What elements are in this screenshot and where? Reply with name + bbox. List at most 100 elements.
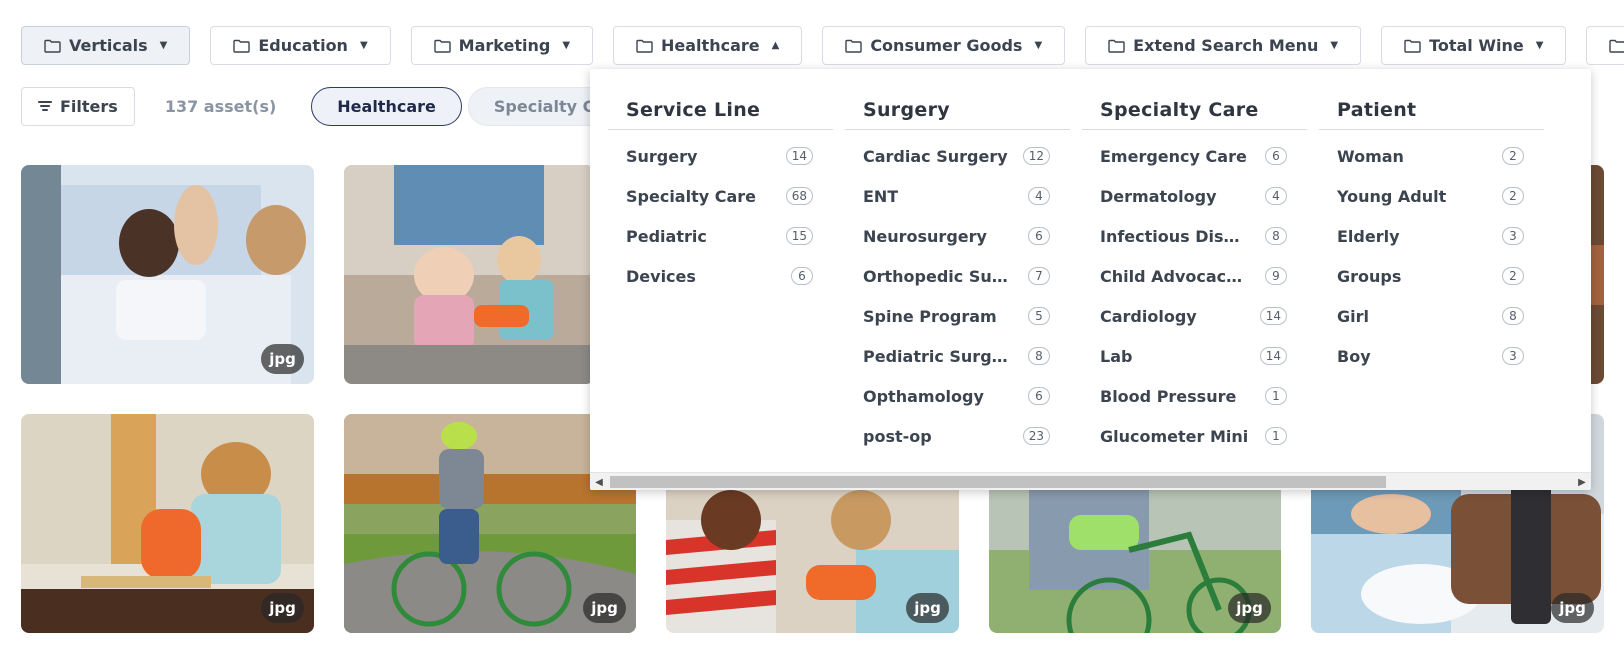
dropdown-item-label: Devices [626, 266, 696, 286]
filter-row: Filters 137 asset(s) Healthcare Specialt… [21, 86, 650, 126]
dropdown-item-label: Boy [1337, 346, 1371, 366]
dropdown-item-label: Cardiology [1100, 306, 1197, 326]
dropdown-item[interactable]: Infectious Disease 8 [1082, 216, 1307, 256]
filters-button-label: Filters [60, 96, 118, 116]
healthcare-dropdown-menu: ◀ ▶ Service Line Surgery 14 Specialty Care 6… [590, 69, 1591, 490]
dropdown-item-label: Neurosurgery [863, 226, 987, 246]
dropdown-item[interactable]: Elderly 3 [1319, 216, 1544, 256]
horizontal-scrollbar[interactable]: ◀ ▶ [590, 472, 1591, 490]
file-type-badge: jpg [906, 593, 949, 623]
dropdown-item[interactable]: Lab 14 [1082, 336, 1307, 376]
dropdown-item[interactable]: Specialty Care 68 [608, 176, 833, 216]
dropdown-item[interactable]: Glucometer Mini 1 [1082, 416, 1307, 456]
category-button-education[interactable]: Education ▼ [210, 26, 391, 65]
dropdown-item[interactable]: Emergency Care 6 [1082, 136, 1307, 176]
dropdown-item[interactable]: Pediatric 15 [608, 216, 833, 256]
dropdown-column-heading: Patient [1319, 99, 1544, 130]
dropdown-item[interactable]: Surgery 14 [608, 136, 833, 176]
dropdown-item[interactable]: Child Advocacy Ce... 9 [1082, 256, 1307, 296]
item-count-badge: 6 [1028, 387, 1050, 405]
asset-count: 137 asset(s) [164, 96, 277, 116]
dropdown-item-label: Infectious Disease [1100, 226, 1250, 246]
dropdown-item[interactable]: Dermatology 4 [1082, 176, 1307, 216]
dropdown-item-label: Glucometer Mini [1100, 426, 1249, 446]
asset-thumbnail[interactable]: jpg [989, 490, 1281, 633]
dropdown-list: Surgery 14 Specialty Care 68 Pediatric 15 Devi… [608, 136, 833, 296]
dropdown-item-label: Specialty Care [626, 186, 757, 206]
dropdown-item-label: Woman [1337, 146, 1404, 166]
dropdown-item[interactable]: Boy 3 [1319, 336, 1544, 376]
category-button-total-wine[interactable]: Total Wine ▼ [1381, 26, 1567, 65]
dropdown-item-label: Blood Pressure [1100, 386, 1237, 406]
filter-icon [38, 99, 52, 113]
chip-healthcare[interactable]: Healthcare [311, 86, 462, 126]
dropdown-item[interactable]: Blood Pressure 1 [1082, 376, 1307, 416]
dropdown-item-label: Opthamology [863, 386, 984, 406]
dropdown-item-label: Cardiac Surgery [863, 146, 1008, 166]
category-label: Consumer Goods [870, 36, 1023, 55]
item-count-badge: 8 [1502, 307, 1524, 325]
asset-thumbnail[interactable] [344, 165, 594, 384]
dropdown-item-label: Emergency Care [1100, 146, 1247, 166]
category-label: Marketing [458, 36, 551, 55]
item-count-badge: 3 [1502, 347, 1524, 365]
chevron-down-icon: ▼ [1330, 40, 1339, 51]
dropdown-list: Emergency Care 6 Dermatology 4 Infectious Di… [1082, 136, 1307, 456]
chevron-up-icon: ▲ [771, 40, 780, 51]
category-label: Total Wine [1429, 36, 1524, 55]
dropdown-item-label: Child Advocacy Ce... [1100, 266, 1250, 286]
asset-thumbnail[interactable]: jpg [21, 165, 314, 384]
item-count-badge: 14 [785, 147, 813, 165]
folder-icon [1108, 39, 1125, 53]
dropdown-item-label: Elderly [1337, 226, 1400, 246]
scroll-left-icon[interactable]: ◀ [590, 473, 608, 490]
dropdown-item[interactable]: Pediatric Surgery 8 [845, 336, 1070, 376]
category-button-extend-search-menu[interactable]: Extend Search Menu ▼ [1085, 26, 1362, 65]
asset-thumbnail[interactable]: jpg [666, 490, 959, 633]
category-button-marketing[interactable]: Marketing ▼ [410, 26, 594, 65]
category-label: Verticals [69, 36, 148, 55]
dropdown-item-label: Girl [1337, 306, 1369, 326]
dropdown-item-label: Surgery [626, 146, 698, 166]
dropdown-item[interactable]: Cardiac Surgery 12 [845, 136, 1070, 176]
category-label: Education [258, 36, 348, 55]
item-count-badge: 2 [1502, 267, 1524, 285]
dropdown-item-label: Groups [1337, 266, 1402, 286]
folder-icon [845, 39, 863, 53]
dropdown-column-heading: Specialty Care [1082, 99, 1307, 130]
folder-icon [433, 39, 451, 53]
dropdown-item[interactable]: ENT 4 [845, 176, 1070, 216]
filters-button[interactable]: Filters [21, 86, 135, 126]
dropdown-item[interactable]: Groups 2 [1319, 256, 1544, 296]
dropdown-item[interactable]: Woman 2 [1319, 136, 1544, 176]
file-type-badge: jpg [583, 593, 626, 623]
scrollbar-thumb[interactable] [610, 476, 1386, 488]
dropdown-item[interactable]: Girl 8 [1319, 296, 1544, 336]
file-type-badge: jpg [261, 593, 304, 623]
dropdown-item[interactable]: Young Adult 2 [1319, 176, 1544, 216]
dropdown-item[interactable]: Neurosurgery 6 [845, 216, 1070, 256]
category-button-consumer-goods[interactable]: Consumer Goods ▼ [822, 26, 1066, 65]
folder-icon [1609, 39, 1624, 53]
dropdown-item[interactable]: Cardiology 14 [1082, 296, 1307, 336]
item-count-badge: 68 [785, 187, 813, 205]
category-button-tota[interactable]: Tota [1586, 26, 1624, 65]
category-label: Extend Search Menu [1133, 36, 1319, 55]
dropdown-item[interactable]: Devices 6 [608, 256, 833, 296]
dropdown-column-heading: Service Line [608, 99, 833, 130]
asset-thumbnail[interactable]: jpg [21, 414, 314, 633]
dropdown-item[interactable]: Orthopedic Surgery 7 [845, 256, 1070, 296]
category-button-verticals[interactable]: Verticals ▼ [21, 26, 191, 65]
category-button-healthcare[interactable]: Healthcare ▲ [613, 26, 803, 65]
dropdown-item-label: Pediatric Surgery [863, 346, 1013, 366]
item-count-badge: 3 [1502, 227, 1524, 245]
chevron-down-icon: ▼ [1034, 40, 1043, 51]
dropdown-item[interactable]: Spine Program 5 [845, 296, 1070, 336]
item-count-badge: 6 [791, 267, 813, 285]
dropdown-item[interactable]: post-op 23 [845, 416, 1070, 456]
dropdown-column-patient: Patient Woman 2 Young Adult 2 Elderly 3 Groups 2… [1319, 99, 1544, 376]
dropdown-item-label: Orthopedic Surgery [863, 266, 1013, 286]
file-type-badge: jpg [1551, 593, 1594, 623]
dropdown-item[interactable]: Opthamology 6 [845, 376, 1070, 416]
scroll-right-icon[interactable]: ▶ [1573, 473, 1591, 490]
